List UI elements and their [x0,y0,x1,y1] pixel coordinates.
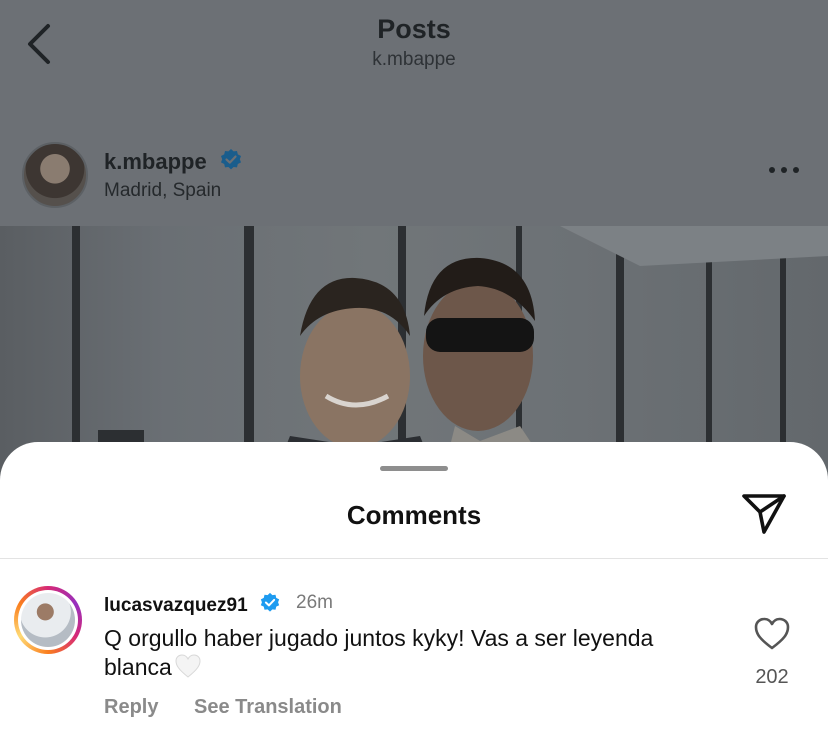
comments-title: Comments [346,500,482,530]
post-author-row: k.mbappe [104,148,243,175]
sheet-drag-handle[interactable] [380,466,448,471]
reply-button[interactable]: Reply [104,696,158,718]
commenter-username[interactable]: lucasvazquez91 [104,595,248,616]
post-header: k.mbappe Madrid, Spain [0,138,828,218]
verified-badge-icon [260,592,280,612]
commenter-username-row: lucasvazquez91 [104,592,281,617]
post-author-avatar[interactable] [22,142,88,208]
more-options-button[interactable] [764,158,804,182]
comments-sheet: Comments lucasvazquez91 26m Q orgullo ha… [0,442,828,737]
comment-actions: Reply See Translation [104,696,372,719]
comment-item: lucasvazquez91 26m Q orgullo haber jugad… [0,582,828,732]
post-location[interactable]: Madrid, Spain [104,180,221,202]
verified-badge-icon [220,149,241,170]
commenter-avatar[interactable] [14,586,82,654]
page-subtitle: k.mbappe [372,49,456,70]
see-translation-button[interactable]: See Translation [194,696,342,718]
comment-like-count: 202 [755,666,789,688]
share-send-icon [742,494,786,534]
heart-outline-icon [754,617,790,650]
top-nav-bar: Posts k.mbappe [0,0,828,90]
comment-timestamp: 26m [296,592,333,613]
share-button[interactable] [740,490,788,536]
post-author-username[interactable]: k.mbappe [104,149,207,174]
commenter-avatar-inner [18,590,78,650]
page-title: Posts [377,14,451,44]
commenter-avatar-image [21,593,75,647]
comment-text-wrap: Q orgullo haber jugado juntos kyky! Vas … [104,624,724,682]
more-dots-icon [769,167,799,173]
comment-like-button[interactable] [752,616,792,652]
sheet-divider [0,558,828,559]
white-heart-emoji-icon [175,654,201,678]
